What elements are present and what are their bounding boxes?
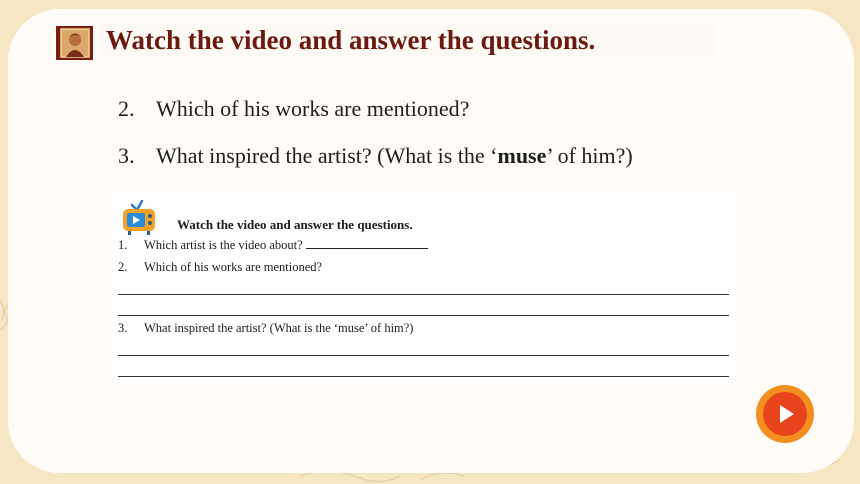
worksheet-item-1-text: Which artist is the video about? — [144, 238, 303, 252]
portrait-logo-icon — [56, 26, 93, 60]
answer-line — [118, 376, 729, 377]
tv-icon — [123, 199, 155, 235]
worksheet-item-2-text: Which of his works are mentioned? — [144, 260, 323, 274]
question-3-keyword: muse — [497, 143, 547, 168]
play-icon — [780, 405, 794, 423]
question-3-number: 3. — [118, 143, 135, 168]
question-2-number: 2. — [118, 96, 135, 121]
question-3-text-start: What inspired the artist? (What is the ‘ — [156, 143, 498, 168]
worksheet-item-3: 3. What inspired the artist? (What is the… — [118, 321, 413, 336]
question-2: 2. Which of his works are mentioned? — [118, 97, 469, 121]
worksheet-item-2: 2. Which of his works are mentioned? — [118, 260, 322, 275]
worksheet-item-3-number: 3. — [118, 321, 128, 335]
answer-blank-1 — [305, 239, 428, 249]
answer-line — [118, 355, 729, 356]
worksheet-item-1: 1. Which artist is the video about? — [118, 238, 428, 253]
answer-line — [118, 315, 729, 316]
play-button-inner — [763, 392, 807, 436]
worksheet-title: Watch the video and answer the questions… — [177, 217, 413, 232]
worksheet-item-3-text: What inspired the artist? (What is the ‘… — [144, 321, 414, 335]
worksheet-item-2-number: 2. — [118, 260, 128, 274]
page-title: Watch the video and answer the questions… — [106, 25, 596, 55]
answer-line — [118, 294, 729, 295]
question-3: 3. What inspired the artist? (What is the… — [118, 144, 633, 168]
question-2-text: Which of his works are mentioned? — [156, 96, 470, 121]
question-3-text-end: ’ of him?) — [546, 143, 633, 168]
play-button[interactable] — [756, 385, 814, 443]
worksheet-item-1-number: 1. — [118, 238, 128, 252]
worksheet-image: Watch the video and answer the questions… — [112, 192, 736, 382]
